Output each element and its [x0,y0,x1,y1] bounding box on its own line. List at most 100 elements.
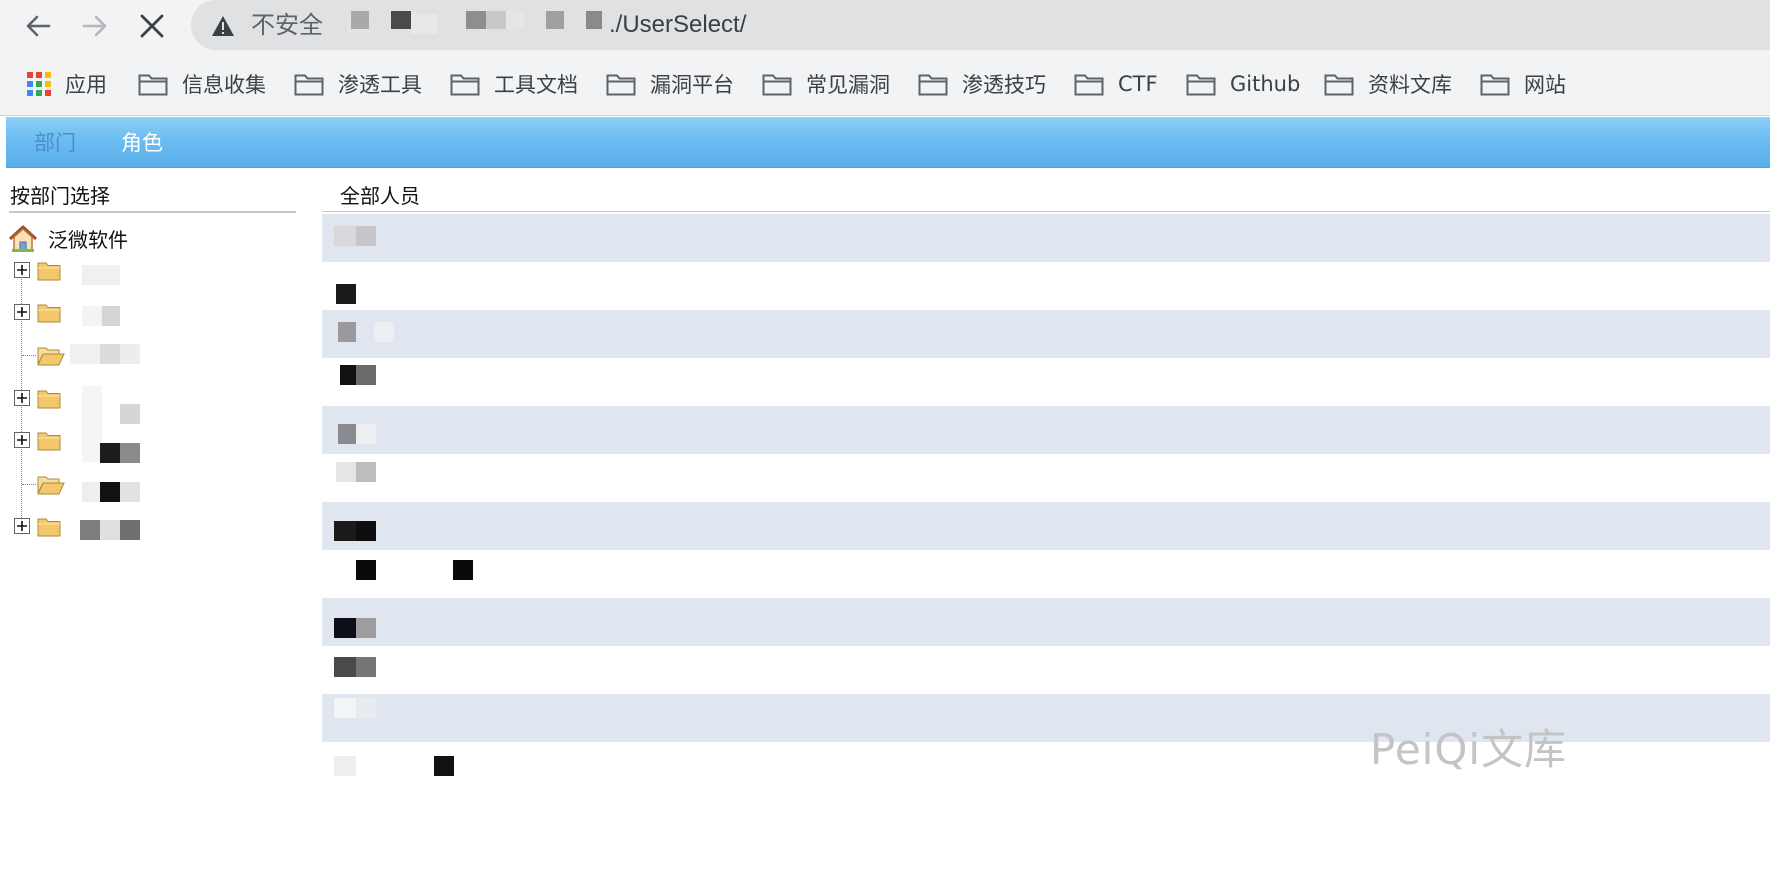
bookmark-label: 常见漏洞 [806,73,890,97]
folder-icon [138,74,168,96]
bookmark-folder-pentest-tools[interactable]: 渗透工具 [294,68,422,100]
bookmark-folder-info-gathering[interactable]: 信息收集 [138,68,266,100]
bookmark-folder-websites[interactable]: 网站 [1480,68,1566,100]
redacted-user-name [340,365,356,385]
redacted-user-name [334,657,356,677]
redacted-department-name [120,404,140,424]
bookmark-label: 信息收集 [182,73,266,97]
expand-toggle-icon[interactable] [14,304,30,320]
bookmarks-bar: 应用 信息收集 渗透工具 工具文档 漏洞平台 常见漏洞 渗透技巧 CTF Git… [0,52,1770,116]
redacted-user-name [336,462,356,482]
redacted-user-name [336,284,356,304]
redacted-department-name [100,520,120,540]
redacted-user-name [356,698,376,718]
redacted-department-name [120,443,140,463]
tab-department[interactable]: 部门 [34,129,76,157]
redacted-user-name [434,756,454,776]
redacted-user-name [334,618,356,638]
divider [322,211,1770,212]
folder-open-icon [37,474,65,496]
close-icon [140,14,164,38]
table-row[interactable] [322,646,1770,694]
department-panel-title: 按部门选择 [10,184,110,208]
bookmark-folder-tool-docs[interactable]: 工具文档 [450,68,578,100]
expand-toggle-icon[interactable] [14,390,30,406]
table-row[interactable] [322,358,1770,406]
table-row[interactable] [322,310,1770,358]
folder-icon [37,388,63,410]
folder-icon [37,516,63,538]
folder-icon [606,74,636,96]
redacted-user-name [356,424,376,444]
redacted-user-name [356,462,376,482]
folder-icon [1186,74,1216,96]
bookmark-label: 资料文库 [1368,73,1452,97]
arrow-left-icon [26,15,51,37]
stop-loading-button[interactable] [132,6,172,46]
folder-icon [1324,74,1354,96]
redacted-department-name [120,482,140,502]
folder-icon [450,74,480,96]
redacted-user-name [338,322,356,342]
tree-root-node[interactable]: 泛微软件 [8,224,128,253]
bookmark-label: 工具文档 [494,73,578,97]
watermark-text: PeiQi文库 [1370,725,1568,774]
redacted-user-name [453,560,473,580]
selector-tab-bar: 部门 角色 [6,117,1770,168]
redacted-department-name [102,306,120,326]
back-button[interactable] [18,6,58,46]
bookmark-folder-library[interactable]: 资料文库 [1324,68,1452,100]
bookmark-label: Github [1230,72,1301,96]
redacted-department-name [70,344,100,364]
redacted-user-name [356,521,376,541]
table-row[interactable] [322,550,1770,598]
folder-icon [294,74,324,96]
expand-toggle-icon[interactable] [14,518,30,534]
redacted-user-name [356,560,376,580]
table-row[interactable] [322,454,1770,502]
folder-icon [37,302,63,324]
address-bar[interactable]: 不安全 ./UserSelect/ [191,0,1770,50]
browser-toolbar: 不安全 ./UserSelect/ [0,0,1770,52]
security-indicator[interactable]: 不安全 [251,10,323,40]
arrow-right-icon [82,15,107,37]
expand-toggle-icon[interactable] [14,432,30,448]
warning-icon [212,16,234,36]
folder-open-icon [37,345,65,367]
redacted-department-name [82,306,102,326]
table-row[interactable] [322,262,1770,310]
bookmark-folder-pentest-tips[interactable]: 渗透技巧 [918,68,1046,100]
bookmark-folder-vuln-platforms[interactable]: 漏洞平台 [606,68,734,100]
redacted-user-name [356,618,376,638]
bookmark-folder-ctf[interactable]: CTF [1074,68,1158,100]
folder-icon [37,430,63,452]
tree-root-label: 泛微软件 [48,228,128,252]
redacted-department-name [82,386,102,424]
redacted-department-name [100,443,120,463]
apps-shortcut[interactable]: 应用 [27,68,107,100]
folder-icon [37,260,63,282]
bookmark-folder-github[interactable]: Github [1186,68,1300,100]
table-row[interactable] [322,406,1770,454]
redacted-department-name [100,344,120,364]
table-row[interactable] [322,214,1770,262]
apps-label: 应用 [65,73,107,97]
bookmark-label: 渗透技巧 [962,73,1046,97]
redacted-department-name [80,520,100,540]
redacted-user-name [356,226,376,246]
redacted-department-name [82,424,102,462]
divider [9,211,296,213]
home-icon [8,225,38,252]
user-list-title: 全部人员 [340,184,420,208]
redacted-user-name [334,698,356,718]
table-row[interactable] [322,598,1770,646]
bookmark-folder-common-vulns[interactable]: 常见漏洞 [762,68,890,100]
redacted-department-name [100,482,120,502]
tab-role[interactable]: 角色 [121,129,163,157]
forward-button[interactable] [75,6,115,46]
redacted-department-name [120,520,140,540]
redacted-user-name [334,226,356,246]
expand-toggle-icon[interactable] [14,262,30,278]
url-path-text: ./UserSelect/ [609,11,747,38]
table-row[interactable] [322,502,1770,550]
